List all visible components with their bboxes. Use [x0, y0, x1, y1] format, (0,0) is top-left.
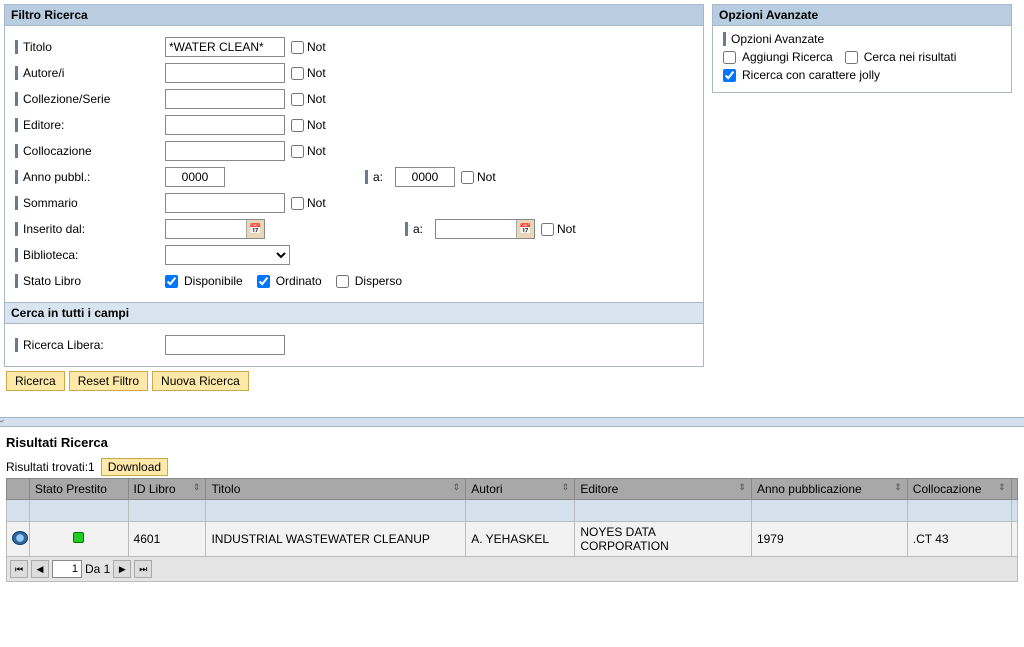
input-sommario[interactable]: [165, 193, 285, 213]
label-anno-to: a:: [365, 170, 395, 184]
section-separator: [0, 417, 1024, 427]
cb-cerca-nei-risultati[interactable]: [845, 51, 858, 64]
pager-first[interactable]: ⏮: [10, 560, 28, 578]
label-titolo: Titolo: [15, 40, 165, 54]
magnifier-icon[interactable]: [12, 531, 28, 545]
table-filter-row: [7, 500, 1018, 522]
col-stato-prestito[interactable]: Stato Prestito: [29, 479, 128, 500]
not-autore[interactable]: [291, 67, 304, 80]
col-collocazione[interactable]: Collocazione⇕: [907, 479, 1011, 500]
cb-jolly[interactable]: [723, 69, 736, 82]
cell-anno: 1979: [751, 522, 907, 557]
not-collezione[interactable]: [291, 93, 304, 106]
pager-page-input[interactable]: [52, 560, 82, 578]
pager-next[interactable]: ▶: [113, 560, 131, 578]
label-sommario: Sommario: [15, 196, 165, 210]
input-ricerca-libera[interactable]: [165, 335, 285, 355]
cb-ordinato[interactable]: [257, 275, 270, 288]
table-row[interactable]: 4601 INDUSTRIAL WASTEWATER CLEANUP A. YE…: [7, 522, 1018, 557]
free-search-header: Cerca in tutti i campi: [5, 302, 703, 324]
results-found: Risultati trovati:1: [6, 460, 95, 474]
col-autori[interactable]: Autori⇕: [466, 479, 575, 500]
results-table: Stato Prestito ID Libro⇕ Titolo⇕ Autori⇕…: [6, 478, 1018, 557]
not-collocazione[interactable]: [291, 145, 304, 158]
label-collocazione: Collocazione: [15, 144, 165, 158]
input-editore[interactable]: [165, 115, 285, 135]
col-titolo[interactable]: Titolo⇕: [206, 479, 466, 500]
input-collocazione[interactable]: [165, 141, 285, 161]
input-collezione[interactable]: [165, 89, 285, 109]
download-button[interactable]: Download: [101, 458, 168, 476]
label-inserito-from: Inserito dal:: [15, 222, 165, 236]
cell-titolo: INDUSTRIAL WASTEWATER CLEANUP: [206, 522, 466, 557]
not-editore[interactable]: [291, 119, 304, 132]
pager: ⏮ ◀ Da 1 ▶ ⏭: [6, 557, 1018, 582]
col-action[interactable]: [7, 479, 30, 500]
filter-header: Filtro Ricerca: [5, 5, 703, 26]
pager-prev[interactable]: ◀: [31, 560, 49, 578]
cb-disponibile[interactable]: [165, 275, 178, 288]
label-stato-libro: Stato Libro: [15, 274, 165, 288]
calendar-icon[interactable]: 📅: [516, 220, 534, 238]
results-title: Risultati Ricerca: [6, 435, 1018, 450]
not-titolo[interactable]: [291, 41, 304, 54]
label-biblioteca: Biblioteca:: [15, 248, 165, 262]
not-anno[interactable]: [461, 171, 474, 184]
input-titolo[interactable]: [165, 37, 285, 57]
status-green-icon: [73, 532, 84, 543]
options-panel: Opzioni Avanzate Opzioni Avanzate Aggiun…: [712, 4, 1012, 93]
cell-autori: A. YEHASKEL: [466, 522, 575, 557]
label-editore: Editore:: [15, 118, 165, 132]
cell-collocazione: .CT 43: [907, 522, 1011, 557]
input-anno-to[interactable]: [395, 167, 455, 187]
filter-panel: Filtro Ricerca Titolo Not Autore/i Not C…: [4, 4, 704, 367]
label-collezione: Collezione/Serie: [15, 92, 165, 106]
label-inserito-to: a:: [405, 222, 435, 236]
cb-disperso[interactable]: [336, 275, 349, 288]
not-label: Not: [307, 40, 326, 54]
pager-of: Da 1: [85, 562, 110, 576]
not-sommario[interactable]: [291, 197, 304, 210]
label-ricerca-libera: Ricerca Libera:: [15, 338, 165, 352]
col-editore[interactable]: Editore⇕: [575, 479, 752, 500]
label-autore: Autore/i: [15, 66, 165, 80]
select-biblioteca[interactable]: [165, 245, 290, 265]
cell-id: 4601: [128, 522, 206, 557]
options-header: Opzioni Avanzate: [713, 5, 1011, 26]
reset-button[interactable]: Reset Filtro: [69, 371, 148, 391]
calendar-icon[interactable]: 📅: [246, 220, 264, 238]
col-anno[interactable]: Anno pubblicazione⇕: [751, 479, 907, 500]
cb-aggiungi-ricerca[interactable]: [723, 51, 736, 64]
ricerca-button[interactable]: Ricerca: [6, 371, 65, 391]
cell-editore: NOYES DATA CORPORATION: [575, 522, 752, 557]
col-id-libro[interactable]: ID Libro⇕: [128, 479, 206, 500]
input-inserito-from[interactable]: [166, 220, 246, 238]
col-extra: [1011, 479, 1017, 500]
input-anno-from[interactable]: [165, 167, 225, 187]
label-anno-from: Anno pubbl.:: [15, 170, 165, 184]
not-inserito[interactable]: [541, 223, 554, 236]
pager-last[interactable]: ⏭: [134, 560, 152, 578]
input-autore[interactable]: [165, 63, 285, 83]
nuova-button[interactable]: Nuova Ricerca: [152, 371, 249, 391]
options-title: Opzioni Avanzate: [723, 32, 1001, 46]
input-inserito-to[interactable]: [436, 220, 516, 238]
